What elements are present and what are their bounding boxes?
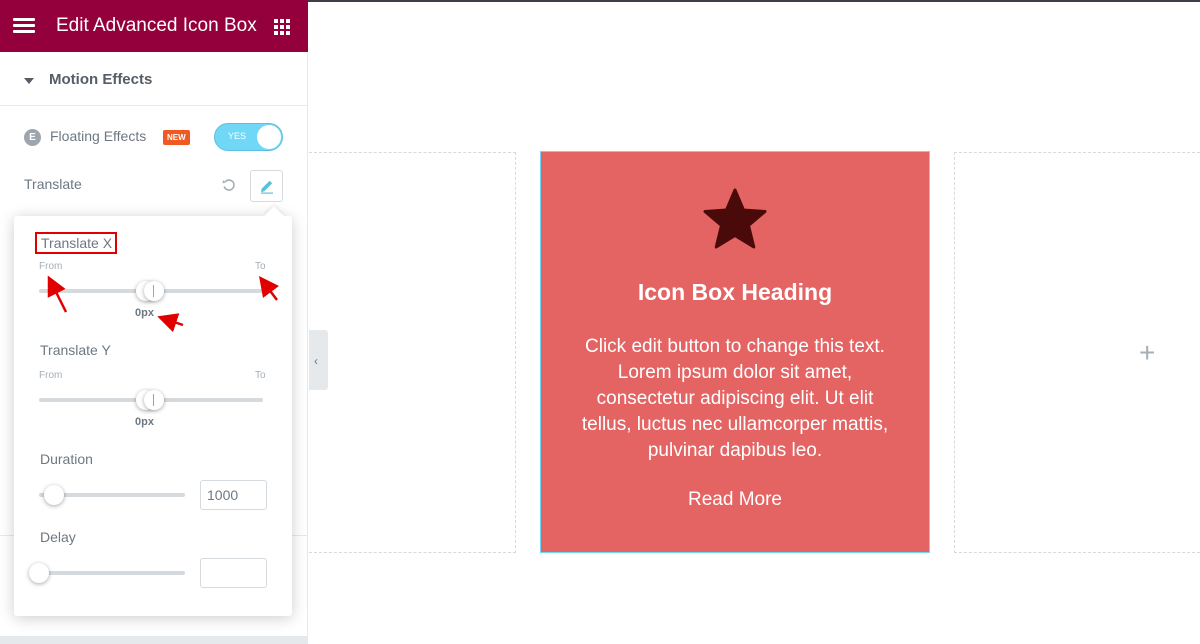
reset-icon[interactable] [222, 178, 236, 192]
toggle-knob [257, 125, 281, 149]
empty-column-right[interactable]: + [954, 152, 1200, 553]
panel-footer-bar [0, 636, 308, 644]
delay-handle[interactable] [29, 563, 49, 583]
widgets-grid-icon[interactable] [274, 19, 290, 35]
translate-x-value: 0px [135, 307, 154, 319]
slider-center-tick [153, 394, 154, 406]
elementor-icon: E [24, 129, 41, 146]
empty-column-left[interactable] [309, 152, 516, 553]
duration-label: Duration [40, 451, 93, 467]
caret-down-icon [24, 78, 34, 84]
translate-y-from-label: From [39, 370, 63, 381]
translate-y-value: 0px [135, 416, 154, 428]
translate-x-label: Translate X [35, 232, 118, 254]
delay-slider[interactable] [39, 571, 185, 575]
pencil-icon [261, 180, 273, 194]
floating-effects-control: E Floating Effects NEW YES [24, 123, 286, 153]
duration-handle[interactable] [44, 485, 64, 505]
menu-icon[interactable] [13, 18, 35, 34]
delay-input[interactable] [200, 558, 267, 588]
section-title: Motion Effects [49, 71, 153, 88]
panel-title: Edit Advanced Icon Box [56, 15, 257, 36]
icon-box-description: Click edit button to change this text. L… [581, 336, 889, 461]
star-icon [703, 188, 767, 249]
section-header-motion-effects[interactable]: Motion Effects [0, 56, 308, 106]
translate-control: Translate [24, 170, 286, 204]
toggle-text: YES [228, 131, 247, 141]
translate-x-to-label: To [255, 261, 266, 272]
floating-effects-toggle[interactable]: YES [214, 123, 283, 151]
translate-x-to-handle[interactable] [144, 281, 164, 301]
edit-translate-button[interactable] [250, 170, 283, 202]
translate-x-from-label: From [39, 261, 63, 272]
plus-icon[interactable]: + [1139, 339, 1155, 367]
floating-effects-label: Floating Effects [50, 128, 147, 144]
read-more-link[interactable]: Read More [541, 489, 929, 511]
delay-label: Delay [40, 529, 76, 545]
panel-header: Edit Advanced Icon Box [0, 0, 308, 52]
slider-center-tick [153, 285, 154, 297]
icon-box-heading: Icon Box Heading [637, 279, 833, 305]
translate-popover: Translate X From To 0px Translate Y From… [14, 206, 292, 616]
advanced-icon-box[interactable]: Icon Box Heading Click edit button to ch… [540, 151, 930, 553]
duration-input[interactable] [200, 480, 267, 510]
new-badge: NEW [163, 130, 190, 145]
translate-y-to-label: To [255, 370, 266, 381]
translate-y-label: Translate Y [40, 342, 111, 358]
translate-y-to-handle[interactable] [144, 390, 164, 410]
translate-label: Translate [24, 176, 82, 192]
